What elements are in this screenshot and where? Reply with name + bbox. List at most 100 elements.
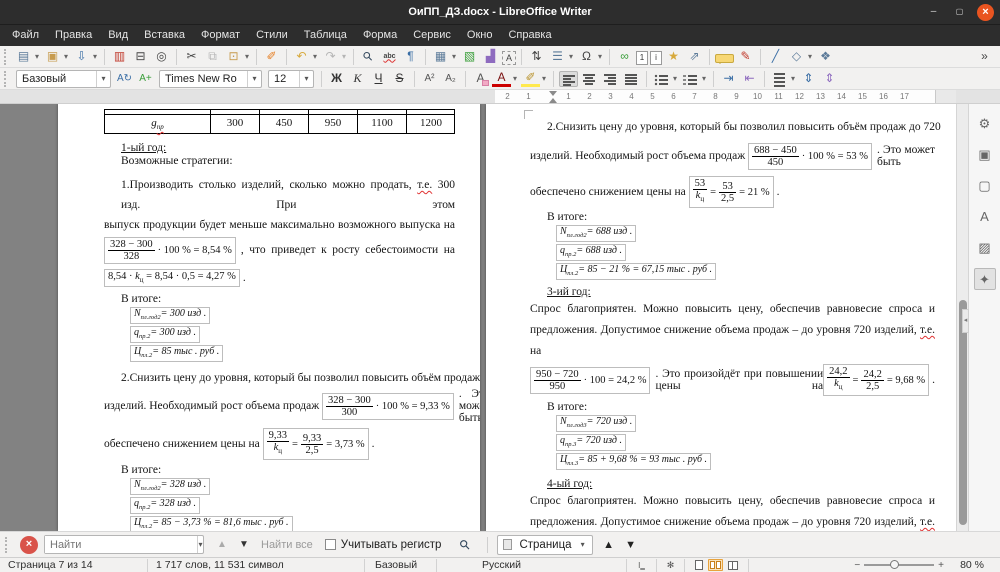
insert-chart-button[interactable]: ▟ bbox=[481, 48, 500, 66]
formula-object[interactable]: 53 kц = 53 2,5 = 21 % bbox=[688, 176, 774, 208]
word-count-status[interactable]: 1 717 слов, 11 531 символ bbox=[148, 558, 365, 572]
subscript-button[interactable]: A₂ bbox=[441, 70, 460, 88]
font-color-dropdown[interactable]: ▾ bbox=[511, 70, 519, 88]
formula-object[interactable]: 950 − 720 950 · 100 = 24,2 % bbox=[530, 366, 651, 394]
print-preview-button[interactable]: ◎ bbox=[152, 48, 171, 66]
paragraph-style-combo[interactable]: Базовый ▾ bbox=[16, 69, 111, 88]
find-previous-button[interactable]: ▲ bbox=[212, 539, 232, 550]
copy-button[interactable]: ⧉ bbox=[203, 48, 222, 66]
menu-form[interactable]: Форма bbox=[355, 25, 405, 46]
save-dropdown[interactable]: ▾ bbox=[91, 48, 99, 66]
menu-format[interactable]: Формат bbox=[193, 25, 248, 46]
match-case-option[interactable]: Учитывать регистр bbox=[324, 539, 441, 551]
export-pdf-button[interactable]: ▥ bbox=[110, 48, 129, 66]
indent-marker[interactable] bbox=[549, 91, 558, 103]
horizontal-ruler[interactable]: 21 1 2 3 4 5 6 7 8 9 10 11 12 13 14 15 16 17 bbox=[0, 90, 1000, 104]
formula-object[interactable]: 328 − 300 300 · 100 % = 9,33 % bbox=[322, 392, 454, 420]
print-button[interactable]: ⊟ bbox=[131, 48, 150, 66]
find-replace-icon[interactable]: ⚲ bbox=[453, 532, 478, 557]
menu-help[interactable]: Справка bbox=[500, 25, 559, 46]
special-character-button[interactable]: Ω bbox=[577, 48, 596, 66]
page-style-status[interactable]: Базовый bbox=[365, 558, 437, 572]
menu-tools[interactable]: Сервис bbox=[405, 25, 459, 46]
open-file-button[interactable]: ▣ bbox=[43, 48, 62, 66]
page-deck-icon[interactable]: ▢ bbox=[974, 175, 996, 197]
sidebar-settings-icon[interactable]: ⚙ bbox=[974, 113, 996, 135]
find-replace-button[interactable]: ⚲ bbox=[355, 43, 381, 69]
zoom-level[interactable]: 80 % bbox=[948, 559, 994, 572]
menu-window[interactable]: Окно bbox=[459, 25, 501, 46]
zoom-slider[interactable] bbox=[864, 560, 935, 569]
zoom-out-button[interactable]: − bbox=[854, 560, 860, 571]
increase-indent-button[interactable]: ⇥ bbox=[719, 70, 738, 88]
formatting-marks-button[interactable]: ¶ bbox=[401, 48, 420, 66]
insert-bookmark-button[interactable]: ★ bbox=[664, 48, 683, 66]
align-right-button[interactable] bbox=[601, 70, 620, 87]
toolbar-grip[interactable] bbox=[5, 536, 10, 553]
properties-deck-icon[interactable]: ▣ bbox=[974, 144, 996, 166]
formula-object[interactable]: qпр.2= 300 изд . bbox=[130, 325, 200, 343]
save-button[interactable]: ⇩ bbox=[72, 48, 91, 66]
styles-deck-icon[interactable]: A bbox=[974, 206, 996, 228]
gallery-deck-icon[interactable]: ▨ bbox=[974, 237, 996, 259]
new-style-button[interactable]: A+ bbox=[136, 70, 155, 88]
formula-object[interactable]: Цпл.3= 85 + 9,68 % = 93 тыс . руб . bbox=[556, 452, 712, 470]
highlight-color-dropdown[interactable]: ▾ bbox=[540, 70, 548, 88]
numbered-list-dropdown[interactable]: ▾ bbox=[700, 70, 708, 88]
page-number-status[interactable]: Страница 7 из 14 bbox=[0, 558, 148, 572]
selection-mode-icon[interactable]: I‗ bbox=[627, 558, 657, 572]
navigate-next-button[interactable]: ▼ bbox=[620, 539, 642, 551]
formula-object[interactable]: Nпл.год2= 688 изд . bbox=[556, 224, 637, 242]
minimize-button[interactable]: – bbox=[925, 4, 942, 21]
save-status-icon[interactable]: ✻ bbox=[657, 558, 685, 572]
navigate-by-combo[interactable]: Страница ▾ bbox=[497, 534, 593, 555]
undo-dropdown[interactable]: ▾ bbox=[311, 48, 319, 66]
menu-table[interactable]: Таблица bbox=[296, 25, 355, 46]
bold-button[interactable]: Ж bbox=[327, 70, 346, 88]
formula-object[interactable]: qпр.3= 720 изд . bbox=[556, 433, 626, 451]
formula-object[interactable]: Nпл.год2= 300 изд . bbox=[130, 306, 211, 324]
zoom-in-button[interactable]: + bbox=[938, 560, 944, 571]
page-break-button[interactable]: ⇅ bbox=[527, 48, 546, 66]
para-space-decrease-button[interactable]: ⇕ bbox=[820, 70, 839, 88]
menu-file[interactable]: Файл bbox=[4, 25, 47, 46]
redo-dropdown[interactable]: ▾ bbox=[340, 48, 348, 66]
language-status[interactable]: Русский bbox=[437, 558, 627, 572]
new-document-dropdown[interactable]: ▾ bbox=[33, 48, 41, 66]
formula-object[interactable]: Nпл.год3= 720 изд . bbox=[556, 414, 637, 432]
align-justify-button[interactable] bbox=[622, 70, 641, 87]
line-spacing-button[interactable] bbox=[770, 70, 789, 87]
paste-dropdown[interactable]: ▾ bbox=[243, 48, 251, 66]
underline-button[interactable]: Ч bbox=[369, 70, 388, 88]
insert-field-dropdown[interactable]: ▾ bbox=[567, 48, 575, 66]
scrollbar-thumb[interactable] bbox=[959, 300, 967, 525]
chevron-down-icon[interactable]: ▾ bbox=[576, 540, 590, 549]
font-color-button[interactable]: A bbox=[492, 70, 511, 87]
cross-reference-button[interactable]: ⇗ bbox=[685, 48, 704, 66]
menu-styles[interactable]: Стили bbox=[248, 25, 296, 46]
close-find-bar-button[interactable]: × bbox=[20, 535, 38, 554]
formula-object[interactable]: 9,33 kц = 9,33 2,5 = 3,73 % bbox=[262, 428, 369, 460]
formula-object[interactable]: Цпл.2= 85 тыс . руб . bbox=[130, 344, 224, 362]
insert-line-button[interactable]: ╱ bbox=[766, 48, 785, 66]
menu-view[interactable]: Вид bbox=[100, 25, 136, 46]
redo-button[interactable]: ↷ bbox=[321, 48, 340, 66]
insert-field-button[interactable]: ☰ bbox=[548, 48, 567, 66]
formula-object[interactable]: Nпл.год2= 328 изд . bbox=[130, 477, 211, 495]
bullet-list-dropdown[interactable]: ▾ bbox=[671, 70, 679, 88]
superscript-button[interactable]: A² bbox=[420, 70, 439, 88]
track-changes-button[interactable]: ✎ bbox=[736, 48, 755, 66]
chevron-down-icon[interactable]: ▾ bbox=[299, 70, 313, 87]
insert-endnote-button[interactable]: i bbox=[650, 50, 662, 65]
toolbar-grip[interactable] bbox=[4, 48, 9, 65]
clone-formatting-button[interactable]: ✐ bbox=[262, 48, 281, 66]
draw-functions-button[interactable]: ❖ bbox=[816, 48, 835, 66]
formula-object[interactable]: 328 − 300 328 · 100 % = 8,54 % bbox=[104, 236, 236, 264]
insert-comment-button[interactable] bbox=[715, 54, 734, 64]
search-input[interactable] bbox=[45, 536, 197, 553]
formula-object[interactable]: qпр.2= 688 изд . bbox=[556, 243, 626, 261]
zoom-slider-knob[interactable] bbox=[890, 560, 900, 569]
menu-insert[interactable]: Вставка bbox=[136, 25, 193, 46]
para-space-increase-button[interactable]: ⇕ bbox=[799, 70, 818, 88]
single-page-view-button[interactable] bbox=[695, 560, 703, 570]
